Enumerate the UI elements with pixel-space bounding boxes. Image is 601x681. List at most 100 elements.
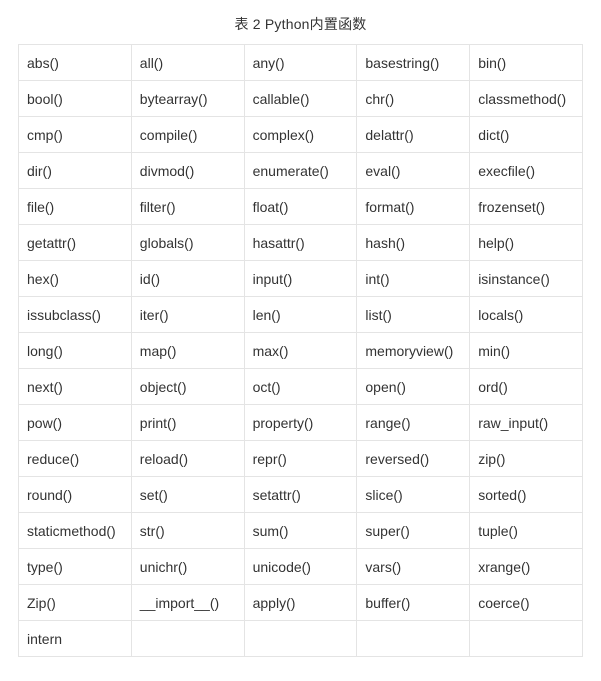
table-cell: bin() bbox=[470, 45, 583, 81]
table-cell: globals() bbox=[131, 225, 244, 261]
table-row: abs()all()any()basestring()bin() bbox=[19, 45, 583, 81]
table-cell: execfile() bbox=[470, 153, 583, 189]
table-cell: map() bbox=[131, 333, 244, 369]
table-cell: property() bbox=[244, 405, 357, 441]
table-cell: sorted() bbox=[470, 477, 583, 513]
table-cell: int() bbox=[357, 261, 470, 297]
table-row: staticmethod()str()sum()super()tuple() bbox=[19, 513, 583, 549]
table-cell: id() bbox=[131, 261, 244, 297]
table-cell: iter() bbox=[131, 297, 244, 333]
table-cell: locals() bbox=[470, 297, 583, 333]
table-cell: compile() bbox=[131, 117, 244, 153]
table-cell: abs() bbox=[19, 45, 132, 81]
table-cell: intern bbox=[19, 621, 132, 657]
table-cell: setattr() bbox=[244, 477, 357, 513]
table-cell: tuple() bbox=[470, 513, 583, 549]
table-row: issubclass()iter()len()list()locals() bbox=[19, 297, 583, 333]
table-row: intern bbox=[19, 621, 583, 657]
table-cell: float() bbox=[244, 189, 357, 225]
table-cell: filter() bbox=[131, 189, 244, 225]
table-cell: type() bbox=[19, 549, 132, 585]
table-cell: enumerate() bbox=[244, 153, 357, 189]
table-cell: set() bbox=[131, 477, 244, 513]
table-cell: Zip() bbox=[19, 585, 132, 621]
table-cell bbox=[357, 621, 470, 657]
table-row: dir()divmod()enumerate()eval()execfile() bbox=[19, 153, 583, 189]
table-cell: basestring() bbox=[357, 45, 470, 81]
table-caption: 表 2 Python内置函数 bbox=[18, 14, 583, 34]
table-row: bool()bytearray()callable()chr()classmet… bbox=[19, 81, 583, 117]
table-cell: hex() bbox=[19, 261, 132, 297]
table-cell: reversed() bbox=[357, 441, 470, 477]
table-cell: frozenset() bbox=[470, 189, 583, 225]
table-cell: vars() bbox=[357, 549, 470, 585]
table-cell: reload() bbox=[131, 441, 244, 477]
table-cell: str() bbox=[131, 513, 244, 549]
table-cell: format() bbox=[357, 189, 470, 225]
table-cell: object() bbox=[131, 369, 244, 405]
table-row: round()set()setattr()slice()sorted() bbox=[19, 477, 583, 513]
table-row: file()filter()float()format()frozenset() bbox=[19, 189, 583, 225]
table-cell: dir() bbox=[19, 153, 132, 189]
table-cell: apply() bbox=[244, 585, 357, 621]
table-cell: slice() bbox=[357, 477, 470, 513]
table-cell: chr() bbox=[357, 81, 470, 117]
table-cell: print() bbox=[131, 405, 244, 441]
table-cell: super() bbox=[357, 513, 470, 549]
table-cell: list() bbox=[357, 297, 470, 333]
table-cell: next() bbox=[19, 369, 132, 405]
table-row: hex()id()input()int()isinstance() bbox=[19, 261, 583, 297]
table-cell: complex() bbox=[244, 117, 357, 153]
table-cell: min() bbox=[470, 333, 583, 369]
table-cell: bytearray() bbox=[131, 81, 244, 117]
table-cell: len() bbox=[244, 297, 357, 333]
table-row: next()object()oct()open()ord() bbox=[19, 369, 583, 405]
table-row: getattr()globals()hasattr()hash()help() bbox=[19, 225, 583, 261]
table-cell: delattr() bbox=[357, 117, 470, 153]
table-cell: sum() bbox=[244, 513, 357, 549]
table-cell bbox=[131, 621, 244, 657]
table-cell: long() bbox=[19, 333, 132, 369]
table-cell: hasattr() bbox=[244, 225, 357, 261]
table-cell: cmp() bbox=[19, 117, 132, 153]
table-cell: unicode() bbox=[244, 549, 357, 585]
table-cell bbox=[244, 621, 357, 657]
table-cell: divmod() bbox=[131, 153, 244, 189]
table-cell: dict() bbox=[470, 117, 583, 153]
table-cell: classmethod() bbox=[470, 81, 583, 117]
table-cell: coerce() bbox=[470, 585, 583, 621]
builtin-functions-table: abs()all()any()basestring()bin()bool()by… bbox=[18, 44, 583, 657]
table-cell: pow() bbox=[19, 405, 132, 441]
table-cell: ord() bbox=[470, 369, 583, 405]
table-cell: getattr() bbox=[19, 225, 132, 261]
table-cell bbox=[470, 621, 583, 657]
table-row: type()unichr()unicode()vars()xrange() bbox=[19, 549, 583, 585]
table-cell: eval() bbox=[357, 153, 470, 189]
table-cell: input() bbox=[244, 261, 357, 297]
table-cell: issubclass() bbox=[19, 297, 132, 333]
table-row: long()map()max()memoryview()min() bbox=[19, 333, 583, 369]
table-cell: repr() bbox=[244, 441, 357, 477]
table-cell: buffer() bbox=[357, 585, 470, 621]
table-cell: bool() bbox=[19, 81, 132, 117]
table-cell: xrange() bbox=[470, 549, 583, 585]
table-cell: oct() bbox=[244, 369, 357, 405]
table-cell: callable() bbox=[244, 81, 357, 117]
table-cell: unichr() bbox=[131, 549, 244, 585]
table-cell: all() bbox=[131, 45, 244, 81]
table-cell: open() bbox=[357, 369, 470, 405]
table-cell: hash() bbox=[357, 225, 470, 261]
table-cell: __import__() bbox=[131, 585, 244, 621]
table-cell: staticmethod() bbox=[19, 513, 132, 549]
table-cell: file() bbox=[19, 189, 132, 225]
table-cell: help() bbox=[470, 225, 583, 261]
table-cell: any() bbox=[244, 45, 357, 81]
table-cell: memoryview() bbox=[357, 333, 470, 369]
table-row: cmp()compile()complex()delattr()dict() bbox=[19, 117, 583, 153]
table-cell: max() bbox=[244, 333, 357, 369]
table-row: pow()print()property()range()raw_input() bbox=[19, 405, 583, 441]
table-cell: zip() bbox=[470, 441, 583, 477]
table-cell: range() bbox=[357, 405, 470, 441]
table-cell: raw_input() bbox=[470, 405, 583, 441]
table-cell: reduce() bbox=[19, 441, 132, 477]
